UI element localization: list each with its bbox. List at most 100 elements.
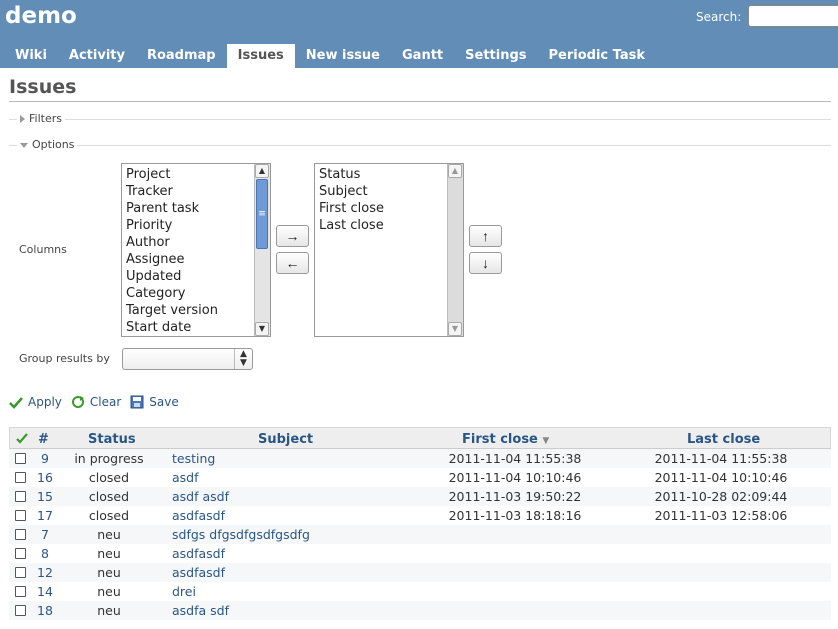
row-checkbox[interactable] — [15, 605, 26, 616]
available-column-option[interactable]: Target version — [126, 302, 218, 319]
column-header-id[interactable]: # — [38, 432, 49, 447]
issue-id-link[interactable]: 12 — [31, 565, 59, 580]
issue-subject-link[interactable]: asdf — [172, 470, 199, 485]
clear-link[interactable]: Clear — [71, 395, 121, 409]
column-header-status[interactable]: Status — [88, 432, 136, 447]
column-header-last-close[interactable]: Last close — [687, 432, 760, 447]
search-input[interactable] — [748, 5, 838, 27]
issue-subject-link[interactable]: asdf asdf — [172, 489, 229, 504]
column-header-subject[interactable]: Subject — [258, 432, 313, 447]
filters-fieldset: Filters — [9, 112, 831, 125]
table-row[interactable]: 17 closed asdfasdf 2011-11-03 18:18:16 2… — [9, 506, 831, 525]
scroll-up-icon[interactable]: ▲ — [255, 164, 269, 178]
available-column-option[interactable]: Updated — [126, 268, 181, 285]
available-column-option[interactable]: Tracker — [126, 183, 173, 200]
available-column-option[interactable]: Parent task — [126, 200, 199, 217]
move-down-button[interactable]: ↓ — [469, 252, 502, 274]
tab-wiki[interactable]: Wiki — [4, 44, 58, 68]
options-toggle[interactable]: Options — [17, 138, 78, 151]
issue-last-close: 2011-11-03 12:58:06 — [654, 508, 788, 523]
issue-first-close: 2011-11-03 18:18:16 — [448, 508, 582, 523]
available-column-option[interactable]: Start date — [126, 319, 191, 336]
tab-issues[interactable]: Issues — [226, 44, 295, 68]
table-row[interactable]: 8 neu asdfasdf — [9, 544, 831, 563]
filters-legend: Filters — [29, 112, 62, 125]
selected-column-option[interactable]: Subject — [319, 183, 368, 200]
tab-settings[interactable]: Settings — [454, 44, 537, 68]
issue-status: closed — [88, 470, 130, 485]
issue-first-close: 2011-11-04 10:10:46 — [448, 470, 582, 485]
row-checkbox[interactable] — [15, 586, 26, 597]
save-link[interactable]: Save — [130, 395, 179, 409]
table-row[interactable]: 14 neu drei — [9, 582, 831, 601]
table-row[interactable]: 12 neu asdfasdf — [9, 563, 831, 582]
issue-id-link[interactable]: 17 — [31, 508, 59, 523]
row-checkbox[interactable] — [15, 453, 26, 464]
available-column-option[interactable]: Author — [126, 234, 170, 251]
row-checkbox[interactable] — [15, 529, 26, 540]
scroll-up-icon[interactable]: ▲ — [448, 164, 462, 178]
scroll-down-icon[interactable]: ▼ — [448, 322, 462, 336]
group-by-select[interactable]: ▲ ▼ — [122, 348, 253, 370]
selected-column-option[interactable]: First close — [319, 200, 384, 217]
issue-id-link[interactable]: 15 — [31, 489, 59, 504]
available-column-option[interactable]: Priority — [126, 217, 172, 234]
issue-subject-link[interactable]: asdfasdf — [172, 565, 225, 580]
tab-new-issue[interactable]: New issue — [295, 44, 391, 68]
available-columns-list[interactable]: Project Tracker Parent task Priority Aut… — [121, 163, 271, 337]
available-column-option[interactable]: Category — [126, 285, 185, 302]
issue-id-link[interactable]: 16 — [31, 470, 59, 485]
selected-columns-list[interactable]: Status Subject First close Last close ▲ … — [314, 163, 464, 337]
available-columns-scrollbar[interactable]: ▲ ≡ ▼ — [254, 164, 270, 336]
column-header-first-close[interactable]: First close ▼ — [462, 432, 549, 447]
selected-column-option[interactable]: Last close — [319, 217, 384, 234]
scroll-thumb[interactable]: ≡ — [256, 179, 268, 249]
add-column-button[interactable]: → — [276, 225, 309, 247]
issue-status: closed — [88, 489, 130, 504]
project-title[interactable]: demo — [5, 3, 77, 29]
collapsed-triangle-icon — [20, 115, 25, 123]
tab-activity[interactable]: Activity — [58, 44, 136, 68]
selected-columns-scrollbar[interactable]: ▲ ▼ — [447, 164, 463, 336]
issue-status: neu — [97, 565, 121, 580]
move-up-button[interactable]: ↑ — [469, 225, 502, 247]
issue-id-link[interactable]: 7 — [31, 527, 59, 542]
scroll-down-icon[interactable]: ▼ — [255, 322, 269, 336]
table-row[interactable]: 15 closed asdf asdf 2011-11-03 19:50:22 … — [9, 487, 831, 506]
row-checkbox[interactable] — [15, 491, 26, 502]
issue-first-close: 2011-11-04 11:55:38 — [448, 451, 582, 466]
selected-column-option[interactable]: Status — [319, 166, 360, 183]
row-checkbox[interactable] — [15, 472, 26, 483]
options-legend: Options — [32, 138, 75, 151]
tab-gantt[interactable]: Gantt — [391, 44, 454, 68]
available-column-option[interactable]: Project — [126, 166, 170, 183]
remove-column-button[interactable]: ← — [276, 252, 309, 274]
issue-subject-link[interactable]: asdfasdf — [172, 546, 225, 561]
tab-periodic-task[interactable]: Periodic Task — [538, 44, 656, 68]
issue-id-link[interactable]: 18 — [31, 603, 59, 618]
issue-subject-link[interactable]: sdfgs dfgsdfgsdfgsdfg — [172, 527, 310, 542]
available-column-option[interactable]: Assignee — [126, 251, 185, 268]
row-checkbox[interactable] — [15, 510, 26, 521]
issue-subject-link[interactable]: asdfasdf — [172, 508, 225, 523]
apply-label: Apply — [28, 395, 62, 409]
issue-id-link[interactable]: 14 — [31, 584, 59, 599]
issue-subject-link[interactable]: asdfa sdf — [172, 603, 229, 618]
tab-roadmap[interactable]: Roadmap — [136, 44, 227, 68]
issue-subject-link[interactable]: drei — [172, 584, 196, 599]
issue-id-link[interactable]: 9 — [31, 451, 59, 466]
row-checkbox[interactable] — [15, 548, 26, 559]
table-row[interactable]: 18 neu asdfa sdf — [9, 601, 831, 620]
issue-subject-link[interactable]: testing — [172, 451, 215, 466]
apply-link[interactable]: Apply — [9, 395, 62, 409]
table-row[interactable]: 7 neu sdfgs dfgsdfgsdfgsdfg — [9, 525, 831, 544]
issue-status: neu — [97, 527, 121, 542]
first-close-header-label: First close — [462, 432, 538, 447]
row-checkbox[interactable] — [15, 567, 26, 578]
table-row[interactable]: 16 closed asdf 2011-11-04 10:10:46 2011-… — [9, 468, 831, 487]
issue-id-link[interactable]: 8 — [31, 546, 59, 561]
toggle-all-checkmark-icon[interactable] — [16, 433, 28, 444]
save-label: Save — [149, 395, 179, 409]
table-row[interactable]: 9 in progress testing 2011-11-04 11:55:3… — [9, 449, 831, 468]
filters-toggle[interactable]: Filters — [17, 112, 65, 125]
